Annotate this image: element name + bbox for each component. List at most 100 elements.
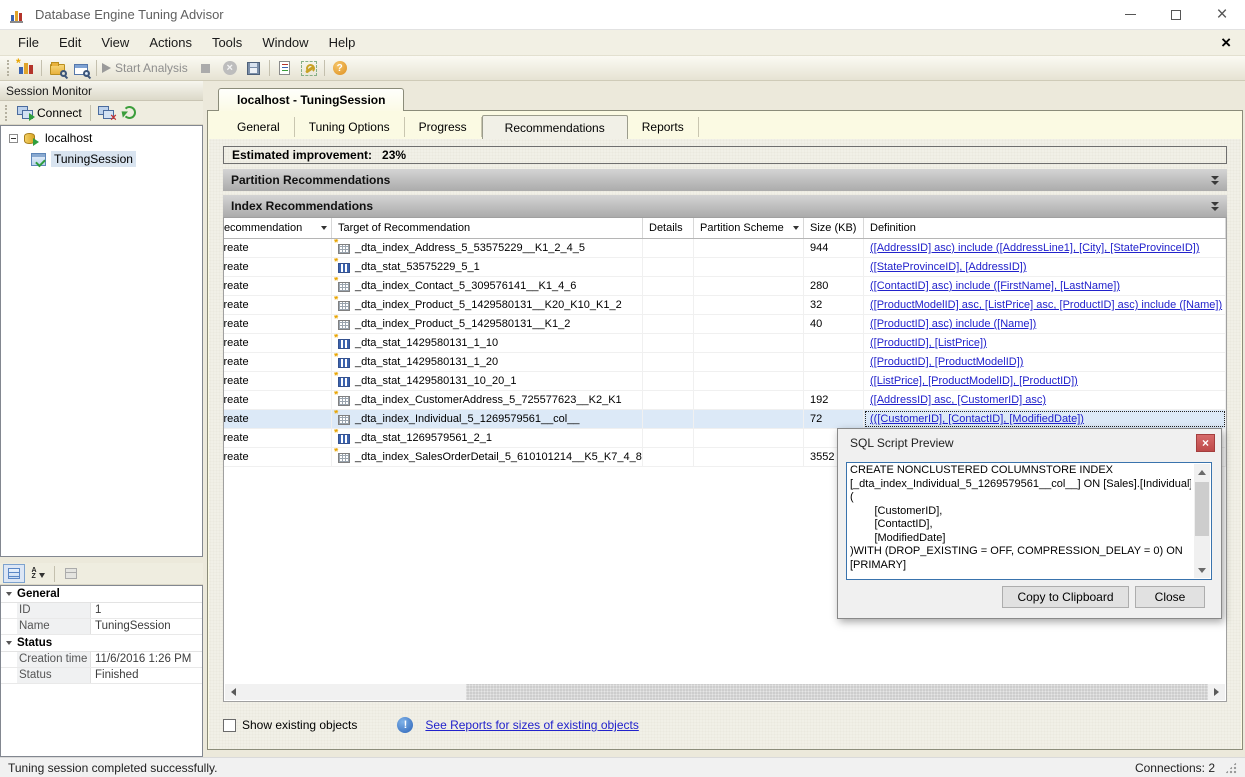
cell-partition-scheme[interactable] [694,391,804,409]
tree-node-session[interactable]: TuningSession [25,150,202,168]
cell-definition[interactable]: ([AddressID] asc) include ([AddressLine1… [864,239,1226,257]
tuning-options-button[interactable] [297,57,321,79]
column-header-recommendation[interactable]: Recommendation [224,218,332,238]
cell-details[interactable] [643,258,694,276]
sql-script-box[interactable]: CREATE NONCLUSTERED COLUMNSTORE INDEX [_… [846,462,1212,580]
sql-script-text[interactable]: CREATE NONCLUSTERED COLUMNSTORE INDEX [_… [850,464,1191,578]
stop-analysis-button[interactable] [194,57,218,79]
definition-link[interactable]: ([AddressID] asc, [CustomerID] asc) [870,394,1046,406]
scroll-right-button[interactable] [1208,684,1225,700]
definition-link[interactable]: ([StateProvinceID], [AddressID]) [870,261,1027,273]
definition-link[interactable]: ([ProductModelID] asc, [ListPrice] asc, … [870,299,1222,311]
menu-item[interactable]: File [8,31,49,54]
tab[interactable]: Tuning Options [295,117,405,137]
cell-size[interactable] [804,334,864,352]
index-recommendations-header[interactable]: Index Recommendations [223,195,1227,217]
cancel-button[interactable] [218,57,242,79]
cell-details[interactable] [643,315,694,333]
menu-item[interactable]: Actions [139,31,202,54]
tab[interactable]: Recommendations [482,115,628,139]
column-header-size[interactable]: Size (KB) [804,218,864,238]
property-row[interactable]: ID 1 [1,603,202,619]
double-chevron-icon[interactable] [1211,202,1219,211]
tab[interactable]: General [223,117,295,137]
cell-details[interactable] [643,277,694,295]
cell-size[interactable]: 280 [804,277,864,295]
menu-item[interactable]: Tools [202,31,252,54]
scroll-down-button[interactable] [1194,562,1210,578]
dialog-close-button[interactable] [1196,434,1215,452]
menu-item[interactable]: Help [319,31,366,54]
tree-node-server[interactable]: localhost [1,129,202,147]
definition-link[interactable]: ([ProductID] asc) include ([Name]) [870,318,1036,330]
server-label[interactable]: localhost [42,130,95,146]
categorized-view-button[interactable] [3,564,25,583]
table-row[interactable]: create _dta_stat_1429580131_10_20_1 ([Li… [224,372,1226,391]
table-row[interactable]: create _dta_index_Individual_5_126957956… [224,410,1226,429]
definition-link[interactable]: (([CustomerID], [ContactID], [ModifiedDa… [870,413,1084,425]
properties-category-status[interactable]: Status [1,635,202,652]
cell-partition-scheme[interactable] [694,429,804,447]
cell-details[interactable] [643,334,694,352]
open-workload-button[interactable] [69,57,93,79]
see-reports-link[interactable]: See Reports for sizes of existing object… [425,718,638,732]
cell-size[interactable]: 32 [804,296,864,314]
import-workload-button[interactable] [273,57,297,79]
close-button[interactable] [1199,0,1245,29]
cell-recommendation[interactable]: create [224,258,332,276]
partition-recommendations-header[interactable]: Partition Recommendations [223,169,1227,191]
show-existing-objects-checkbox[interactable] [223,719,236,732]
double-chevron-icon[interactable] [1211,176,1219,185]
cell-recommendation[interactable]: create [224,334,332,352]
cell-recommendation[interactable]: create [224,296,332,314]
maximize-button[interactable] [1153,0,1199,29]
cell-recommendation[interactable]: create [224,410,332,428]
cell-recommendation[interactable]: create [224,353,332,371]
vertical-scrollbar[interactable] [1194,464,1210,578]
filter-arrow-icon[interactable] [321,226,327,230]
cell-details[interactable] [643,448,694,466]
cell-partition-scheme[interactable] [694,372,804,390]
property-pages-button[interactable] [60,564,82,583]
horizontal-scrollbar[interactable] [225,684,1225,700]
table-row[interactable]: create _dta_stat_53575229_5_1 ([StatePro… [224,258,1226,277]
cell-partition-scheme[interactable] [694,448,804,466]
column-header-target[interactable]: Target of Recommendation [332,218,643,238]
cell-definition[interactable]: ([ProductModelID] asc, [ListPrice] asc, … [864,296,1226,314]
menu-item[interactable]: Edit [49,31,91,54]
table-row[interactable]: create _dta_index_Contact_5_309576141__K… [224,277,1226,296]
scroll-up-button[interactable] [1194,464,1210,480]
definition-link[interactable]: ([AddressID] asc) include ([AddressLine1… [870,242,1200,254]
cell-recommendation[interactable]: create [224,448,332,466]
cell-details[interactable] [643,239,694,257]
cell-details[interactable] [643,391,694,409]
cell-partition-scheme[interactable] [694,258,804,276]
document-tab[interactable]: localhost - TuningSession [218,88,404,111]
property-row[interactable]: Creation time 11/6/2016 1:26 PM [1,652,202,668]
cell-partition-scheme[interactable] [694,239,804,257]
close-dialog-button[interactable]: Close [1135,586,1205,608]
table-row[interactable]: create _dta_index_Product_5_1429580131__… [224,296,1226,315]
tab[interactable]: Reports [628,117,699,137]
column-header-details[interactable]: Details [643,218,694,238]
cell-partition-scheme[interactable] [694,277,804,295]
cell-partition-scheme[interactable] [694,315,804,333]
session-label[interactable]: TuningSession [51,151,136,167]
property-row[interactable]: Name TuningSession [1,619,202,635]
new-session-button[interactable] [14,57,38,79]
cell-size[interactable] [804,258,864,276]
cell-target[interactable]: _dta_index_CustomerAddress_5_725577623__… [332,391,643,409]
definition-link[interactable]: ([ProductID], [ProductModelID]) [870,356,1023,368]
cell-target[interactable]: _dta_index_SalesOrderDetail_5_610101214_… [332,448,643,466]
cell-definition[interactable]: ([AddressID] asc, [CustomerID] asc) [864,391,1226,409]
cell-size[interactable]: 40 [804,315,864,333]
cell-recommendation[interactable]: create [224,239,332,257]
scrollbar-thumb[interactable] [242,684,466,700]
cell-definition[interactable]: (([CustomerID], [ContactID], [ModifiedDa… [864,410,1226,428]
scrollbar-thumb[interactable] [1195,482,1209,536]
cell-size[interactable]: 192 [804,391,864,409]
table-row[interactable]: create _dta_index_Address_5_53575229__K1… [224,239,1226,258]
cell-target[interactable]: _dta_stat_1269579561_2_1 [332,429,643,447]
cell-partition-scheme[interactable] [694,353,804,371]
cell-definition[interactable]: ([StateProvinceID], [AddressID]) [864,258,1226,276]
